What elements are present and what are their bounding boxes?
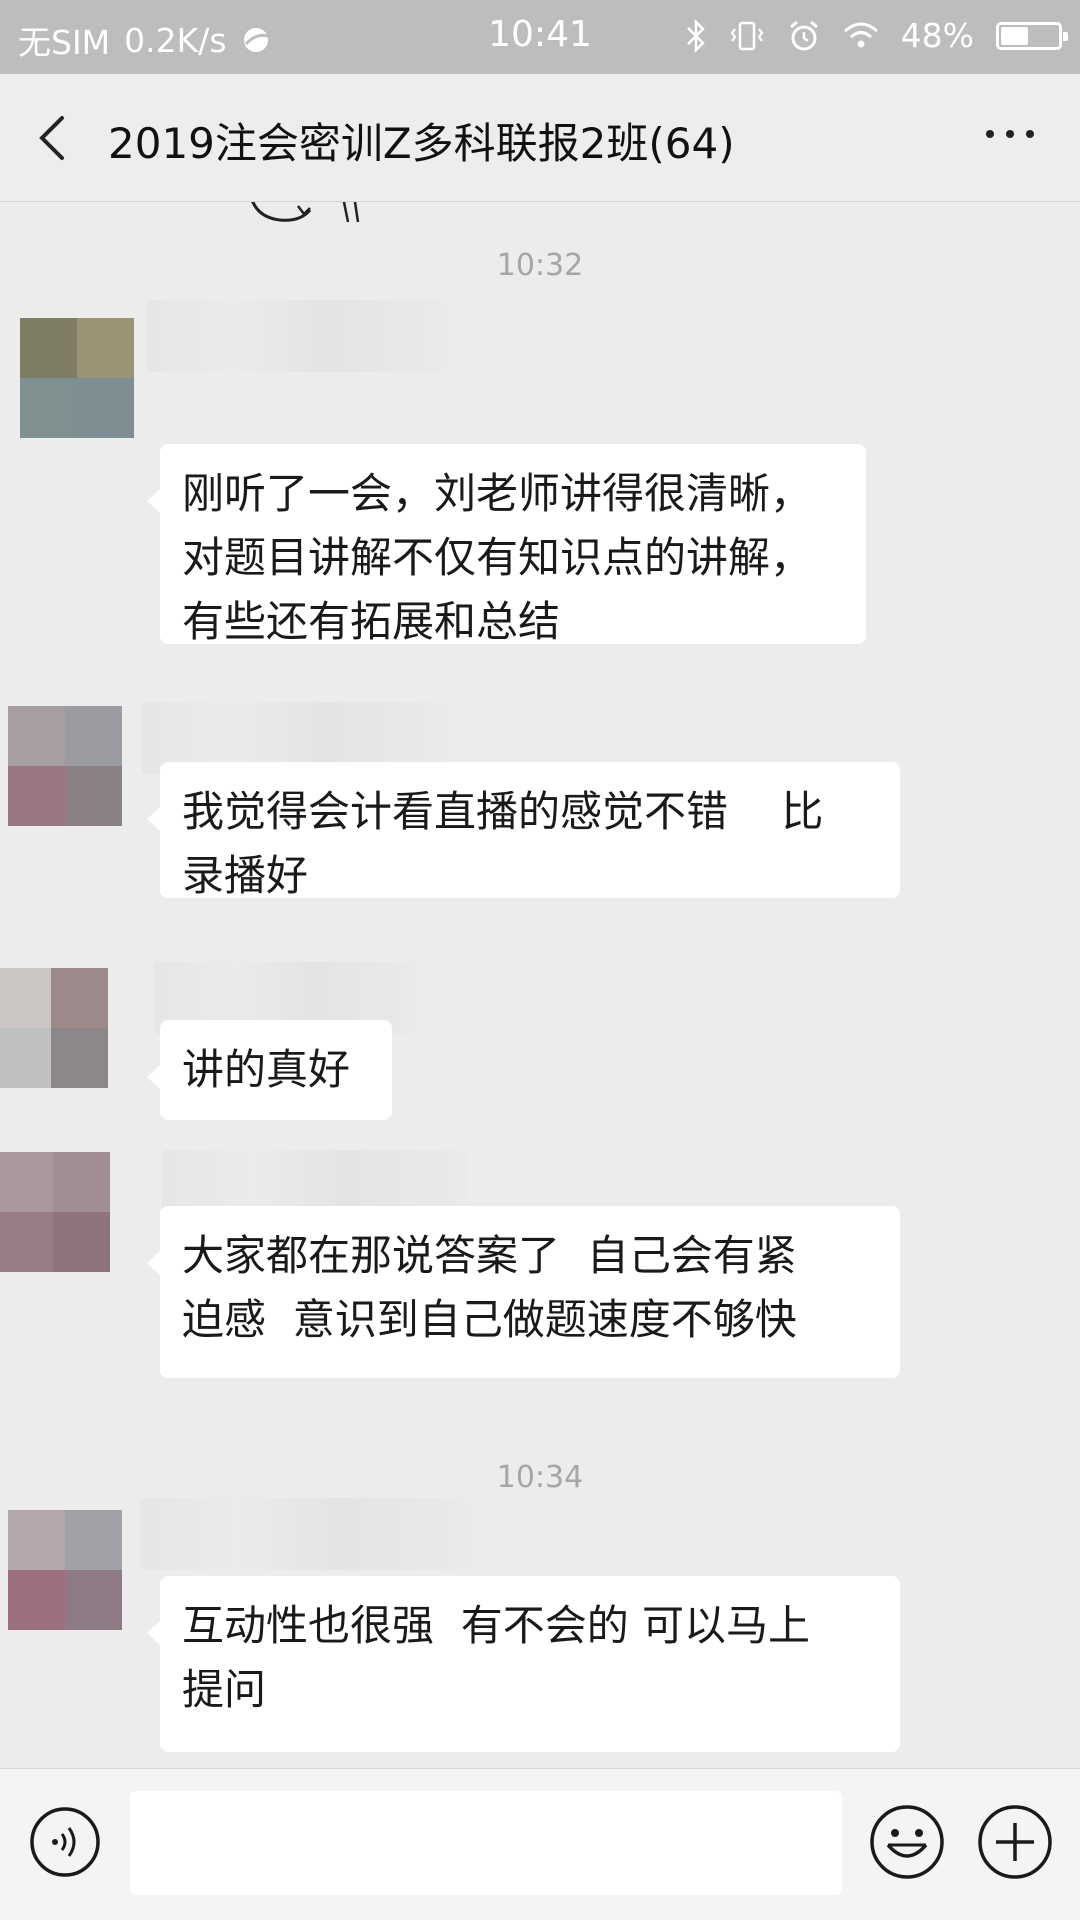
sender-name xyxy=(140,1498,470,1570)
avatar[interactable] xyxy=(0,1152,110,1272)
timestamp: 10:34 xyxy=(496,1460,584,1495)
input-bar xyxy=(0,1768,1080,1920)
voice-icon xyxy=(30,1807,100,1877)
emoji-button[interactable] xyxy=(868,1803,946,1881)
message-bubble[interactable]: 讲的真好 xyxy=(147,1020,392,1120)
chat-title: 2019注会密训Z多科联报2班(64) xyxy=(108,119,735,168)
avatar[interactable] xyxy=(8,1510,122,1630)
avatar[interactable] xyxy=(0,968,108,1088)
message-bubble[interactable]: 大家都在那说答案了 自己会有紧 迫感 意识到自己做题速度不够快 xyxy=(147,1206,900,1378)
bluetooth-icon xyxy=(685,18,707,53)
message-list[interactable]: 10:32 刚听了一会，刘老师讲得很清晰， 对题目讲解不仅有知识点的讲解， 有些… xyxy=(0,202,1080,1768)
status-bar: 无SIM 0.2K/s 10:41 48% xyxy=(0,0,1080,74)
emoji-icon xyxy=(870,1805,944,1879)
more-button[interactable] xyxy=(980,114,1040,154)
message-bubble[interactable]: 刚听了一会，刘老师讲得很清晰， 对题目讲解不仅有知识点的讲解， 有些还有拓展和总… xyxy=(147,444,866,646)
avatar[interactable] xyxy=(8,706,122,826)
more-functions-button[interactable] xyxy=(976,1803,1054,1881)
sender-name xyxy=(146,300,446,372)
chat-header: 2019注会密训Z多科联报2班(64) xyxy=(0,74,1080,202)
battery-icon xyxy=(996,21,1068,50)
timestamp: 10:32 xyxy=(496,248,584,283)
back-button[interactable] xyxy=(30,110,80,166)
message-bubble[interactable]: 互动性也很强 有不会的 可以马上 提问 xyxy=(147,1576,900,1752)
chevron-left-icon xyxy=(39,116,64,160)
avatar[interactable] xyxy=(20,318,134,438)
message-input[interactable] xyxy=(130,1791,842,1895)
voice-button[interactable] xyxy=(28,1805,102,1879)
alarm-icon xyxy=(787,19,821,53)
more-dots-icon xyxy=(986,130,1034,138)
plus-icon xyxy=(978,1805,1052,1879)
sticker-image[interactable] xyxy=(240,202,390,252)
vibrate-icon xyxy=(729,19,765,53)
message-bubble[interactable]: 我觉得会计看直播的感觉不错 比 录播好 xyxy=(147,762,900,900)
wifi-icon xyxy=(843,21,879,51)
battery-percent: 48% xyxy=(900,16,974,55)
